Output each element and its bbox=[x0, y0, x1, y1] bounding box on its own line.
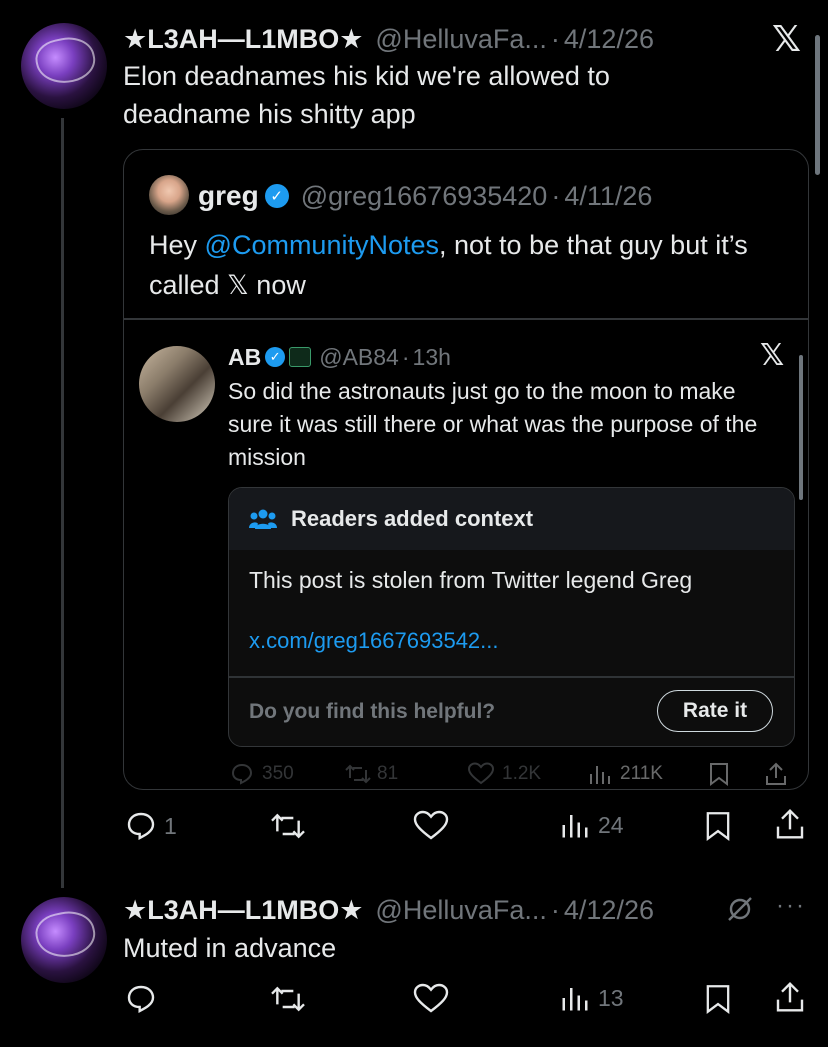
note-question: Do you find this helpful? bbox=[249, 700, 496, 723]
mention-link[interactable]: @CommunityNotes bbox=[205, 230, 439, 260]
affiliation-badge-icon bbox=[289, 347, 312, 367]
avatar bbox=[149, 175, 189, 215]
separator: · bbox=[550, 894, 560, 925]
bookmark-icon bbox=[706, 812, 730, 842]
repost-icon bbox=[271, 986, 305, 1012]
repost-icon bbox=[271, 813, 305, 839]
more-icon[interactable]: ··· bbox=[776, 892, 806, 920]
bookmark-button[interactable] bbox=[704, 983, 732, 1015]
reply-button[interactable] bbox=[124, 983, 158, 1015]
like-icon bbox=[413, 983, 449, 1013]
reply-icon bbox=[231, 763, 253, 785]
avatar[interactable] bbox=[21, 897, 107, 983]
reply-button[interactable]: 1 bbox=[124, 810, 177, 842]
views-count: 13 bbox=[598, 984, 624, 1011]
views-count: 24 bbox=[598, 811, 624, 838]
post-header: ★L3AH—L1MBO★ @HelluvaFa... · 4/12/26 bbox=[123, 892, 654, 928]
handle[interactable]: @HelluvaFa... bbox=[375, 24, 546, 55]
scrollbar[interactable] bbox=[799, 355, 803, 500]
views-icon bbox=[562, 815, 588, 838]
display-name[interactable]: ★L3AH—L1MBO★ bbox=[123, 895, 363, 926]
divider bbox=[124, 318, 808, 320]
timestamp: 4/11/26 bbox=[564, 180, 653, 211]
scrollbar[interactable] bbox=[815, 35, 820, 175]
bookmark-button[interactable] bbox=[704, 810, 732, 842]
bookmark-icon bbox=[706, 985, 730, 1015]
views-icon bbox=[590, 766, 610, 784]
share-icon bbox=[776, 981, 804, 1012]
share-icon bbox=[766, 762, 786, 785]
reply-stat: 350 bbox=[230, 762, 294, 786]
like-icon bbox=[468, 762, 494, 785]
repost-button[interactable] bbox=[270, 983, 306, 1015]
display-name: AB bbox=[228, 343, 262, 370]
display-name[interactable]: ★L3AH—L1MBO★ bbox=[123, 24, 363, 55]
post-text: Muted in advance bbox=[123, 933, 337, 963]
verified-badge-icon: ✓ bbox=[265, 347, 286, 367]
views-icon bbox=[562, 988, 588, 1011]
avatar bbox=[139, 346, 215, 422]
timestamp[interactable]: 4/12/26 bbox=[564, 895, 654, 926]
mute-button[interactable] bbox=[726, 895, 754, 923]
thread-line bbox=[61, 118, 64, 888]
repost-icon bbox=[345, 764, 371, 784]
repost-button[interactable] bbox=[270, 810, 306, 842]
bookmark-icon bbox=[710, 763, 728, 786]
note-header: Readers added context bbox=[229, 488, 794, 550]
separator: · bbox=[401, 343, 410, 370]
display-name: greg bbox=[198, 180, 259, 211]
readers-icon bbox=[249, 509, 277, 529]
like-button[interactable] bbox=[413, 810, 449, 842]
timestamp: 13h bbox=[412, 343, 451, 370]
handle: @greg16676935420 bbox=[300, 180, 548, 211]
views-stat: 211K bbox=[588, 762, 663, 786]
views-button[interactable]: 13 bbox=[560, 983, 624, 1013]
quoted-post-text: Hey @CommunityNotes, not to be that guy … bbox=[149, 225, 789, 305]
reply-icon bbox=[127, 812, 155, 840]
x-logo-icon: 𝕏 bbox=[760, 338, 785, 373]
avatar[interactable] bbox=[21, 23, 107, 109]
rate-it-button[interactable]: Rate it bbox=[657, 690, 773, 732]
like-stat: 1.2K bbox=[468, 762, 541, 786]
community-note[interactable]: Readers added context This post is stole… bbox=[228, 487, 795, 747]
x-logo-icon[interactable]: 𝕏 bbox=[772, 22, 801, 58]
note-title: Readers added context bbox=[291, 506, 534, 531]
embedded-stats: 350 81 1.2K 211K bbox=[228, 760, 798, 790]
mute-icon bbox=[728, 897, 752, 921]
bookmark-stat bbox=[708, 762, 730, 786]
timestamp[interactable]: 4/12/26 bbox=[564, 24, 654, 55]
like-button[interactable] bbox=[413, 983, 449, 1015]
reply-icon bbox=[127, 985, 155, 1013]
text-prefix: Hey bbox=[149, 230, 205, 260]
reply-count: 1 bbox=[164, 812, 177, 839]
embedded-post-header: AB ✓ @AB84 · 13h bbox=[228, 342, 451, 372]
views-button[interactable]: 24 bbox=[560, 810, 624, 840]
post-header: ★L3AH—L1MBO★ @HelluvaFa... · 4/12/26 bbox=[123, 21, 654, 57]
post-text: Elon deadnames his kid we're allowed to … bbox=[123, 61, 610, 129]
share-button[interactable] bbox=[774, 808, 806, 840]
embedded-post-text: So did the astronauts just go to the moo… bbox=[228, 378, 758, 470]
share-icon bbox=[776, 808, 804, 839]
note-link[interactable]: x.com/greg1667693542... bbox=[249, 626, 499, 657]
divider bbox=[229, 676, 794, 678]
handle[interactable]: @HelluvaFa... bbox=[375, 895, 546, 926]
separator: · bbox=[550, 23, 560, 54]
note-body: This post is stolen from Twitter legend … bbox=[249, 567, 693, 593]
separator: · bbox=[551, 180, 561, 211]
quoted-post-header: greg ✓ @greg16676935420 · 4/11/26 bbox=[198, 176, 652, 216]
verified-badge-icon: ✓ bbox=[264, 184, 289, 208]
like-icon bbox=[413, 810, 449, 840]
share-button[interactable] bbox=[774, 981, 806, 1013]
repost-stat: 81 bbox=[345, 762, 398, 786]
share-stat bbox=[764, 762, 788, 786]
handle: @AB84 bbox=[319, 343, 399, 370]
